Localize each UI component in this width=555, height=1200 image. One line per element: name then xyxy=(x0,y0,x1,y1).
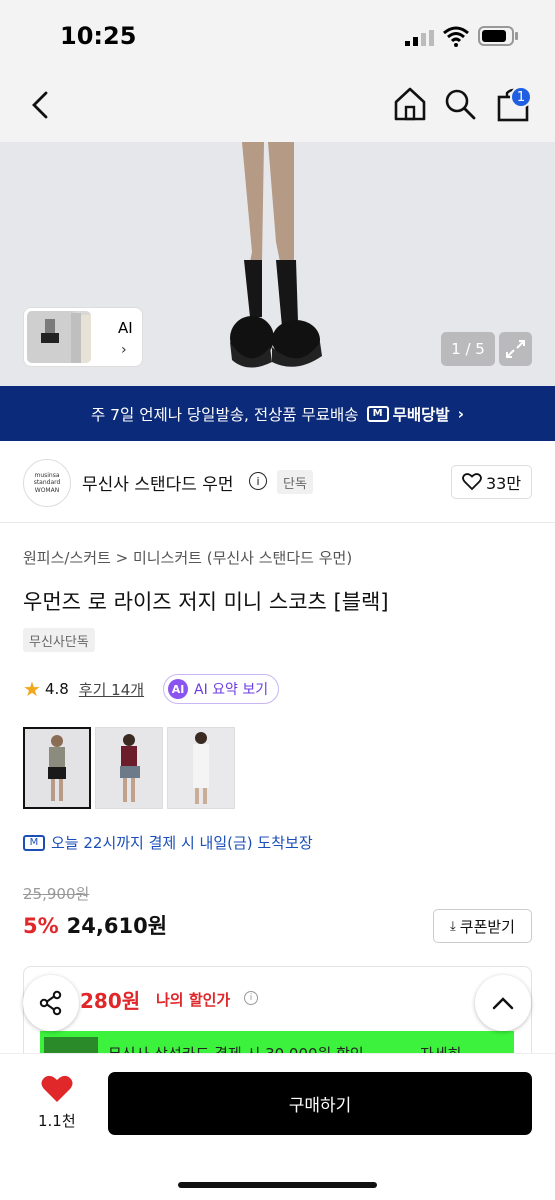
image-pager: 1 / 5 xyxy=(441,332,495,366)
musinsa-delivery-icon: M xyxy=(366,405,389,422)
banner-badge: M 무배당발 › xyxy=(366,403,465,425)
status-time: 10:25 xyxy=(60,22,137,50)
exclusive-badge: 무신사단독 xyxy=(23,628,95,652)
my-discount-box: 280원 나의 할인가 i 무신사 삼성카드 결제 시 30,000원 할인 자… xyxy=(23,966,532,1067)
brand-row: musinsa standard WOMAN 무신사 스탠다드 우먼 i 단독 … xyxy=(0,441,555,523)
musinsa-delivery-icon: M xyxy=(23,834,45,851)
ai-summary-button[interactable]: AI AI 요약 보기 xyxy=(163,674,280,704)
expand-button[interactable] xyxy=(499,332,532,366)
brand-like-button[interactable]: 33만 xyxy=(451,465,532,499)
top-nav: 1 xyxy=(0,70,555,142)
my-discount-label: 나의 할인가 xyxy=(156,991,231,1009)
original-price: 25,900원 xyxy=(23,885,90,903)
thumbnail-stack xyxy=(27,311,91,363)
coupon-button[interactable]: ⤓ 쿠폰받기 xyxy=(433,909,532,943)
color-option-denim[interactable] xyxy=(95,727,163,809)
ai-label: AI xyxy=(118,319,133,337)
battery-icon xyxy=(478,26,518,46)
banner-badge-label: 무배당발 xyxy=(392,405,450,424)
like-count: 1.1천 xyxy=(38,1112,76,1130)
delivery-text: 오늘 22시까지 결제 시 내일(금) 도착보장 xyxy=(51,834,313,852)
banner-text: 주 7일 언제나 당일발송, 전상품 무료배송 xyxy=(90,405,359,424)
brand-name[interactable]: 무신사 스탠다드 우먼 xyxy=(82,470,234,495)
my-discount-amount: 280원 xyxy=(80,989,141,1013)
chevron-right-icon: › xyxy=(457,404,465,423)
info-icon[interactable]: i xyxy=(244,991,258,1005)
search-icon[interactable] xyxy=(444,88,476,120)
heart-filled-icon[interactable] xyxy=(40,1074,74,1104)
brand-like-count: 33만 xyxy=(485,474,522,493)
ai-icon: AI xyxy=(168,679,188,699)
scroll-top-button[interactable] xyxy=(475,975,531,1031)
rating-value: 4.8 xyxy=(44,680,69,698)
rating-row: ★ 4.8 후기 14개 xyxy=(23,676,144,702)
home-icon[interactable] xyxy=(393,86,427,122)
buy-button[interactable]: 구매하기 xyxy=(108,1072,532,1135)
share-button[interactable] xyxy=(23,975,79,1031)
coupon-label: 쿠폰받기 xyxy=(459,917,515,936)
heart-outline-icon xyxy=(462,473,482,491)
back-arrow-icon[interactable] xyxy=(28,90,52,120)
ai-thumbnail-card[interactable]: AI › xyxy=(23,307,143,367)
signal-icon xyxy=(405,30,434,46)
chevron-right-icon: › xyxy=(121,342,127,358)
info-icon[interactable]: i xyxy=(249,472,267,490)
color-option-black[interactable] xyxy=(23,727,91,809)
bottom-action-bar: 1.1천 구매하기 xyxy=(0,1053,555,1200)
exclusive-tag: 단독 xyxy=(277,470,313,494)
chevron-up-icon xyxy=(492,997,514,1010)
price-row: 5% 24,610원 xyxy=(23,910,167,940)
expand-icon xyxy=(506,340,525,358)
status-bar: 10:25 xyxy=(0,0,555,70)
review-link[interactable]: 후기 14개 xyxy=(79,679,144,700)
download-icon: ⤓ xyxy=(450,918,456,934)
product-title: 우먼즈 로 라이즈 저지 미니 스코츠 [블랙] xyxy=(23,590,389,614)
home-indicator xyxy=(178,1182,377,1188)
breadcrumb[interactable]: 원피스/스커트 > 미니스커트 (무신사 스탠다드 우먼) xyxy=(23,547,352,568)
wifi-icon xyxy=(443,26,469,47)
cart-count-badge: 1 xyxy=(510,86,532,108)
color-options xyxy=(23,727,235,809)
share-icon xyxy=(39,990,62,1016)
delivery-guarantee[interactable]: M 오늘 22시까지 결제 시 내일(금) 도착보장 xyxy=(23,832,313,853)
discount-rate: 5% xyxy=(23,914,59,938)
brand-logo[interactable]: musinsa standard WOMAN xyxy=(23,459,71,507)
delivery-promo-banner[interactable]: 주 7일 언제나 당일발송, 전상품 무료배송 M 무배당발 › xyxy=(0,386,555,441)
color-option-white[interactable] xyxy=(167,727,235,809)
sale-price: 24,610원 xyxy=(66,914,168,938)
star-icon: ★ xyxy=(23,677,41,701)
ai-summary-label: AI 요약 보기 xyxy=(194,682,269,698)
